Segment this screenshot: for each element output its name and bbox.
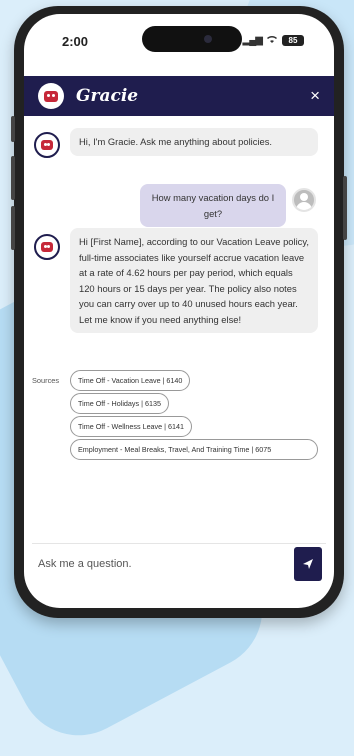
- phone-side-button: [11, 156, 15, 200]
- status-icons: ▂▄▆ 85: [243, 34, 304, 47]
- signal-icon: ▂▄▆: [242, 35, 263, 46]
- phone-side-button: [11, 206, 15, 250]
- chat-thread: Hi, I'm Gracie. Ask me anything about po…: [24, 118, 334, 548]
- send-button[interactable]: [294, 547, 322, 581]
- source-chip[interactable]: Time Off - Holidays | 6135: [70, 393, 169, 414]
- bot-avatar-icon: [34, 234, 60, 260]
- close-icon[interactable]: ×: [310, 86, 320, 106]
- user-message: How many vacation days do I get?: [140, 184, 286, 227]
- phone-power-button: [343, 176, 347, 240]
- chat-header: Gracie ×: [24, 76, 334, 116]
- robot-logo-icon: [38, 83, 64, 109]
- source-chip[interactable]: Time Off - Vacation Leave | 6140: [70, 370, 191, 391]
- dynamic-island: [142, 26, 242, 52]
- source-chip[interactable]: Time Off - Wellness Leave | 6141: [70, 416, 193, 437]
- status-bar: 2:00 ▂▄▆ 85: [24, 14, 334, 66]
- source-chip[interactable]: Employment - Meal Breaks, Travel, And Tr…: [70, 439, 318, 460]
- message-composer: [32, 543, 326, 584]
- user-avatar-icon: [292, 188, 316, 212]
- bot-message: Hi, I'm Gracie. Ask me anything about po…: [70, 128, 318, 156]
- wifi-icon: [266, 34, 278, 47]
- phone-side-button: [11, 116, 15, 142]
- phone-frame: 2:00 ▂▄▆ 85 Gracie × Hi, I'm Gracie. Ask…: [11, 6, 347, 618]
- bot-avatar-icon: [34, 132, 60, 158]
- send-icon: [303, 559, 313, 569]
- phone-screen: 2:00 ▂▄▆ 85 Gracie × Hi, I'm Gracie. Ask…: [24, 14, 334, 608]
- chat-title: Gracie: [76, 86, 139, 106]
- status-time: 2:00: [62, 34, 89, 49]
- bot-message: Hi [First Name], according to our Vacati…: [70, 228, 318, 333]
- battery-icon: 85: [282, 35, 304, 46]
- sources-label: Sources: [32, 376, 60, 385]
- message-input[interactable]: [32, 557, 294, 571]
